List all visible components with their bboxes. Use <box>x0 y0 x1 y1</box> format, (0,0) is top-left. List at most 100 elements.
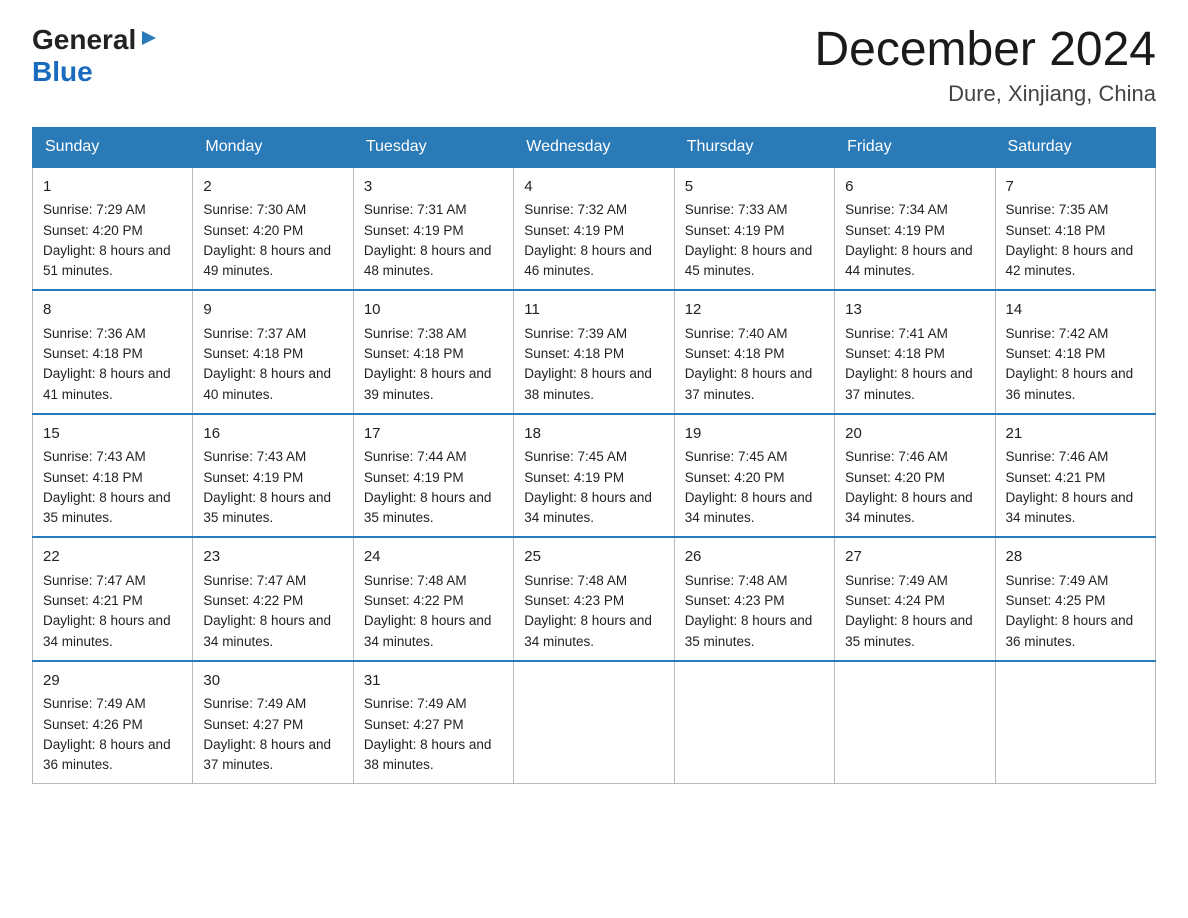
sunrise-text: Sunrise: 7:33 AM <box>685 202 788 217</box>
calendar-cell: 14 Sunrise: 7:42 AM Sunset: 4:18 PM Dayl… <box>995 290 1155 414</box>
logo-blue: Blue <box>32 56 93 87</box>
sunset-text: Sunset: 4:19 PM <box>364 470 464 485</box>
sunset-text: Sunset: 4:18 PM <box>203 346 303 361</box>
calendar-cell: 10 Sunrise: 7:38 AM Sunset: 4:18 PM Dayl… <box>353 290 513 414</box>
daylight-text: Daylight: 8 hours and 34 minutes. <box>43 613 171 648</box>
sunset-text: Sunset: 4:18 PM <box>364 346 464 361</box>
sunset-text: Sunset: 4:27 PM <box>203 717 303 732</box>
calendar-cell: 7 Sunrise: 7:35 AM Sunset: 4:18 PM Dayli… <box>995 167 1155 291</box>
sunrise-text: Sunrise: 7:44 AM <box>364 449 467 464</box>
sunset-text: Sunset: 4:27 PM <box>364 717 464 732</box>
day-number: 29 <box>43 670 182 693</box>
calendar-week-row: 15 Sunrise: 7:43 AM Sunset: 4:18 PM Dayl… <box>33 414 1156 538</box>
sunset-text: Sunset: 4:26 PM <box>43 717 143 732</box>
calendar-cell: 6 Sunrise: 7:34 AM Sunset: 4:19 PM Dayli… <box>835 167 995 291</box>
calendar-cell: 28 Sunrise: 7:49 AM Sunset: 4:25 PM Dayl… <box>995 537 1155 661</box>
header-monday: Monday <box>193 127 353 167</box>
header-friday: Friday <box>835 127 995 167</box>
page-header: General Blue December 2024 Dure, Xinjian… <box>32 24 1156 107</box>
daylight-text: Daylight: 8 hours and 37 minutes. <box>845 366 973 401</box>
logo: General Blue <box>32 24 160 88</box>
calendar-cell: 2 Sunrise: 7:30 AM Sunset: 4:20 PM Dayli… <box>193 167 353 291</box>
calendar-cell: 31 Sunrise: 7:49 AM Sunset: 4:27 PM Dayl… <box>353 661 513 784</box>
logo-general: General <box>32 24 136 56</box>
sunset-text: Sunset: 4:21 PM <box>43 593 143 608</box>
sunset-text: Sunset: 4:23 PM <box>685 593 785 608</box>
daylight-text: Daylight: 8 hours and 36 minutes. <box>1006 366 1134 401</box>
sunset-text: Sunset: 4:18 PM <box>1006 223 1106 238</box>
day-number: 11 <box>524 299 663 322</box>
calendar-header-row: Sunday Monday Tuesday Wednesday Thursday… <box>33 127 1156 167</box>
calendar-cell: 16 Sunrise: 7:43 AM Sunset: 4:19 PM Dayl… <box>193 414 353 538</box>
sunrise-text: Sunrise: 7:36 AM <box>43 326 146 341</box>
sunset-text: Sunset: 4:19 PM <box>524 223 624 238</box>
sunset-text: Sunset: 4:18 PM <box>845 346 945 361</box>
sunset-text: Sunset: 4:21 PM <box>1006 470 1106 485</box>
day-number: 4 <box>524 176 663 199</box>
sunrise-text: Sunrise: 7:41 AM <box>845 326 948 341</box>
sunrise-text: Sunrise: 7:49 AM <box>203 696 306 711</box>
day-number: 31 <box>364 670 503 693</box>
daylight-text: Daylight: 8 hours and 41 minutes. <box>43 366 171 401</box>
sunset-text: Sunset: 4:23 PM <box>524 593 624 608</box>
calendar-week-row: 8 Sunrise: 7:36 AM Sunset: 4:18 PM Dayli… <box>33 290 1156 414</box>
daylight-text: Daylight: 8 hours and 35 minutes. <box>685 613 813 648</box>
sunrise-text: Sunrise: 7:49 AM <box>364 696 467 711</box>
calendar-cell: 13 Sunrise: 7:41 AM Sunset: 4:18 PM Dayl… <box>835 290 995 414</box>
day-number: 30 <box>203 670 342 693</box>
day-number: 14 <box>1006 299 1145 322</box>
sunrise-text: Sunrise: 7:48 AM <box>524 573 627 588</box>
sunrise-text: Sunrise: 7:48 AM <box>364 573 467 588</box>
calendar-table: Sunday Monday Tuesday Wednesday Thursday… <box>32 127 1156 785</box>
day-number: 10 <box>364 299 503 322</box>
header-thursday: Thursday <box>674 127 834 167</box>
sunrise-text: Sunrise: 7:37 AM <box>203 326 306 341</box>
day-number: 7 <box>1006 176 1145 199</box>
location-subtitle: Dure, Xinjiang, China <box>814 81 1156 107</box>
sunrise-text: Sunrise: 7:48 AM <box>685 573 788 588</box>
day-number: 12 <box>685 299 824 322</box>
calendar-cell: 30 Sunrise: 7:49 AM Sunset: 4:27 PM Dayl… <box>193 661 353 784</box>
calendar-cell: 27 Sunrise: 7:49 AM Sunset: 4:24 PM Dayl… <box>835 537 995 661</box>
day-number: 25 <box>524 546 663 569</box>
sunrise-text: Sunrise: 7:43 AM <box>43 449 146 464</box>
day-number: 27 <box>845 546 984 569</box>
daylight-text: Daylight: 8 hours and 35 minutes. <box>845 613 973 648</box>
sunset-text: Sunset: 4:19 PM <box>203 470 303 485</box>
calendar-cell: 20 Sunrise: 7:46 AM Sunset: 4:20 PM Dayl… <box>835 414 995 538</box>
day-number: 22 <box>43 546 182 569</box>
sunset-text: Sunset: 4:20 PM <box>845 470 945 485</box>
daylight-text: Daylight: 8 hours and 34 minutes. <box>203 613 331 648</box>
calendar-cell: 8 Sunrise: 7:36 AM Sunset: 4:18 PM Dayli… <box>33 290 193 414</box>
sunset-text: Sunset: 4:18 PM <box>1006 346 1106 361</box>
sunset-text: Sunset: 4:19 PM <box>364 223 464 238</box>
sunrise-text: Sunrise: 7:34 AM <box>845 202 948 217</box>
daylight-text: Daylight: 8 hours and 40 minutes. <box>203 366 331 401</box>
day-number: 23 <box>203 546 342 569</box>
daylight-text: Daylight: 8 hours and 49 minutes. <box>203 243 331 278</box>
daylight-text: Daylight: 8 hours and 51 minutes. <box>43 243 171 278</box>
sunset-text: Sunset: 4:18 PM <box>43 470 143 485</box>
calendar-cell: 24 Sunrise: 7:48 AM Sunset: 4:22 PM Dayl… <box>353 537 513 661</box>
header-wednesday: Wednesday <box>514 127 674 167</box>
calendar-cell: 19 Sunrise: 7:45 AM Sunset: 4:20 PM Dayl… <box>674 414 834 538</box>
calendar-week-row: 22 Sunrise: 7:47 AM Sunset: 4:21 PM Dayl… <box>33 537 1156 661</box>
calendar-cell: 23 Sunrise: 7:47 AM Sunset: 4:22 PM Dayl… <box>193 537 353 661</box>
sunrise-text: Sunrise: 7:45 AM <box>685 449 788 464</box>
day-number: 1 <box>43 176 182 199</box>
sunrise-text: Sunrise: 7:30 AM <box>203 202 306 217</box>
sunrise-text: Sunrise: 7:45 AM <box>524 449 627 464</box>
calendar-cell: 26 Sunrise: 7:48 AM Sunset: 4:23 PM Dayl… <box>674 537 834 661</box>
logo-triangle-icon <box>138 27 160 49</box>
sunset-text: Sunset: 4:24 PM <box>845 593 945 608</box>
sunrise-text: Sunrise: 7:43 AM <box>203 449 306 464</box>
sunrise-text: Sunrise: 7:35 AM <box>1006 202 1109 217</box>
calendar-cell: 22 Sunrise: 7:47 AM Sunset: 4:21 PM Dayl… <box>33 537 193 661</box>
sunrise-text: Sunrise: 7:29 AM <box>43 202 146 217</box>
header-saturday: Saturday <box>995 127 1155 167</box>
calendar-cell: 4 Sunrise: 7:32 AM Sunset: 4:19 PM Dayli… <box>514 167 674 291</box>
sunrise-text: Sunrise: 7:47 AM <box>203 573 306 588</box>
calendar-week-row: 1 Sunrise: 7:29 AM Sunset: 4:20 PM Dayli… <box>33 167 1156 291</box>
daylight-text: Daylight: 8 hours and 37 minutes. <box>203 737 331 772</box>
calendar-cell: 5 Sunrise: 7:33 AM Sunset: 4:19 PM Dayli… <box>674 167 834 291</box>
